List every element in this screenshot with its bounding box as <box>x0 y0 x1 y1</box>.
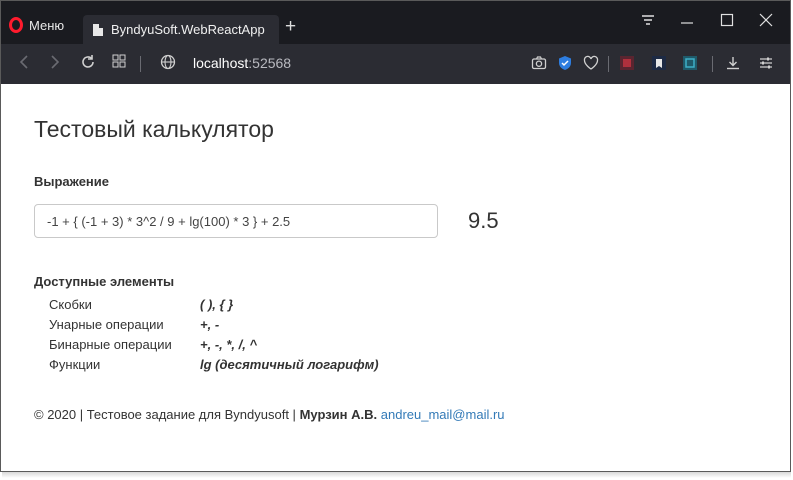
item-name: Функции <box>49 357 101 372</box>
list-item: Скобки ( ), { } <box>49 297 449 315</box>
item-name: Унарные операции <box>49 317 164 332</box>
download-icon[interactable] <box>725 55 741 71</box>
url-port: :52568 <box>248 55 292 71</box>
url-field[interactable]: localhost:52568 <box>193 55 291 71</box>
settings-sliders-icon[interactable] <box>758 55 774 71</box>
new-tab-button[interactable]: + <box>285 17 296 37</box>
footer: © 2020 | Тестовое задание для Byndyusoft… <box>34 407 505 422</box>
browser-window: Меню ByndyuSoft.WebReactApp + localhost:… <box>0 0 791 472</box>
heart-icon[interactable] <box>583 55 599 71</box>
expression-input[interactable] <box>34 204 438 238</box>
item-value: +, -, *, /, ^ <box>200 337 258 352</box>
list-item: Функции lg (десятичный логарифм) <box>49 357 449 375</box>
toolbar-divider <box>140 56 141 72</box>
speed-dial-icon[interactable] <box>112 54 126 73</box>
footer-email-link[interactable]: andreu_mail@mail.ru <box>381 407 505 422</box>
extension-icon-bookmark[interactable] <box>651 55 667 71</box>
page-icon <box>93 23 103 36</box>
back-icon[interactable] <box>18 54 30 75</box>
url-host: localhost <box>193 55 249 71</box>
globe-icon[interactable] <box>160 54 176 75</box>
expression-label: Выражение <box>34 174 110 189</box>
camera-icon[interactable] <box>531 55 547 71</box>
page-content: Тестовый калькулятор Выражение 9.5 Досту… <box>1 84 790 471</box>
toolbar-divider <box>712 56 713 72</box>
window-shadow <box>2 472 791 478</box>
list-item: Бинарные операции +, -, *, /, ^ <box>49 337 449 355</box>
item-name: Скобки <box>49 297 92 312</box>
close-button[interactable] <box>759 13 773 31</box>
item-value: +, - <box>200 317 220 332</box>
active-tab[interactable]: ByndyuSoft.WebReactApp <box>83 15 279 44</box>
opera-menu-button[interactable]: Меню <box>9 14 64 36</box>
tab-bar: Меню ByndyuSoft.WebReactApp + <box>1 1 790 44</box>
extension-icon-teal[interactable] <box>682 55 698 71</box>
shield-icon[interactable] <box>557 55 573 71</box>
list-item: Унарные операции +, - <box>49 317 449 335</box>
reload-icon[interactable] <box>80 54 96 75</box>
opera-logo-icon <box>9 17 23 33</box>
minimize-button[interactable] <box>680 13 694 31</box>
forward-icon[interactable] <box>49 54 61 75</box>
menu-label: Меню <box>29 17 65 33</box>
page-title: Тестовый калькулятор <box>34 116 274 142</box>
maximize-button[interactable] <box>720 13 734 31</box>
tab-menu-icon[interactable] <box>641 13 655 31</box>
tab-title: ByndyuSoft.WebReactApp <box>111 22 265 37</box>
toolbar-divider <box>608 56 609 72</box>
item-name: Бинарные операции <box>49 337 172 352</box>
item-value: lg (десятичный логарифм) <box>200 357 379 372</box>
footer-author: Мурзин А.В. <box>299 407 378 422</box>
address-bar: localhost:52568 <box>1 44 790 84</box>
result-value: 9.5 <box>468 208 499 233</box>
available-elements-title: Доступные элементы <box>34 274 175 289</box>
item-value: ( ), { } <box>200 297 234 312</box>
extension-icon-red[interactable] <box>619 55 635 71</box>
footer-text: © 2020 | Тестовое задание для Byndyusoft… <box>34 407 296 422</box>
